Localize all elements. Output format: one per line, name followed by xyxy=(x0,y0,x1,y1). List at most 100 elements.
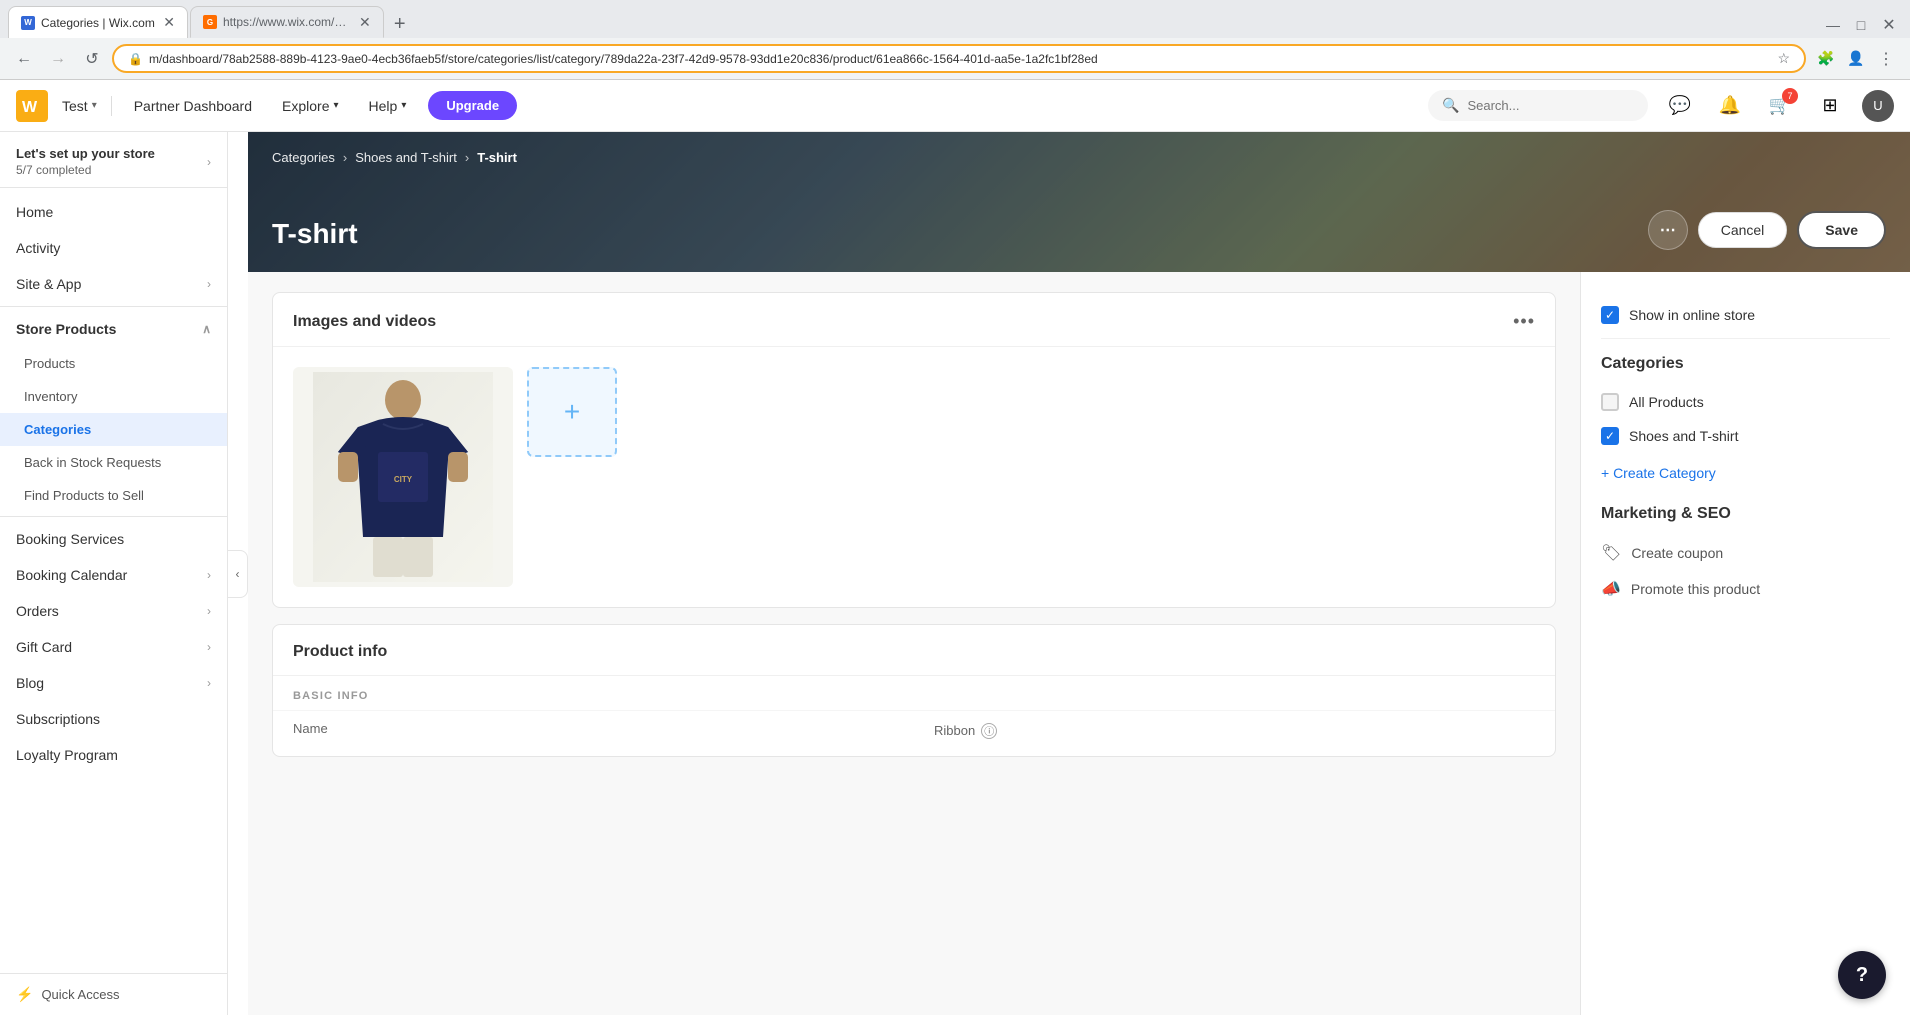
sidebar-divider-2 xyxy=(0,516,227,517)
all-products-checkbox[interactable] xyxy=(1601,393,1619,411)
sidebar-item-home[interactable]: Home xyxy=(0,194,227,230)
sidebar-item-site-app[interactable]: Site & App › xyxy=(0,266,227,302)
images-menu-button[interactable]: ••• xyxy=(1513,311,1535,332)
name-field-group: Name xyxy=(293,721,894,740)
images-section-body: CITY + xyxy=(273,347,1555,607)
quick-access[interactable]: ⚡ Quick Access xyxy=(0,973,227,1015)
notifications-button[interactable]: 🔔 xyxy=(1712,88,1748,124)
tab-close-2[interactable]: ✕ xyxy=(359,14,371,31)
plus-icon: + xyxy=(564,396,580,428)
chat-button[interactable]: 💬 xyxy=(1662,88,1698,124)
product-info-section: Product info BASIC INFO Name Ribbon ⓘ xyxy=(272,624,1556,757)
breadcrumb-shoes-tshirt[interactable]: Shoes and T-shirt xyxy=(355,150,457,165)
create-category-link[interactable]: + Create Category xyxy=(1601,461,1890,485)
apps-button[interactable]: ⊞ xyxy=(1812,88,1848,124)
site-app-chevron-icon: › xyxy=(207,277,211,291)
quick-access-label: Quick Access xyxy=(41,987,119,1002)
orders-chevron-icon: › xyxy=(207,604,211,618)
cart-button[interactable]: 🛒 7 xyxy=(1762,88,1798,124)
marketing-section: Marketing & SEO 🏷 Create coupon 📣 Promot… xyxy=(1601,505,1890,607)
sidebar-item-inventory[interactable]: Inventory xyxy=(0,380,227,413)
page-actions: ⋯ Cancel Save xyxy=(1648,210,1886,250)
ribbon-info-icon[interactable]: ⓘ xyxy=(981,723,997,739)
right-panel: ✓ Show in online store Categories All Pr… xyxy=(1580,272,1910,1015)
svg-text:CITY: CITY xyxy=(394,475,413,484)
explore-chevron-icon: ▾ xyxy=(333,100,338,111)
sidebar: Let's set up your store 5/7 completed › … xyxy=(0,132,228,1015)
sidebar-item-back-in-stock[interactable]: Back in Stock Requests xyxy=(0,446,227,479)
show-in-store-checkbox[interactable]: ✓ xyxy=(1601,306,1619,324)
chrome-menu-button[interactable]: ⋮ xyxy=(1872,45,1900,73)
sidebar-item-find-products[interactable]: Find Products to Sell xyxy=(0,479,227,512)
close-window-button[interactable]: ✕ xyxy=(1876,12,1902,38)
tab-close-1[interactable]: ✕ xyxy=(163,14,175,31)
create-coupon-label: Create coupon xyxy=(1631,545,1723,561)
product-main-image[interactable]: CITY xyxy=(293,367,513,587)
browser-tab-active[interactable]: W Categories | Wix.com ✕ xyxy=(8,6,188,38)
breadcrumb: Categories › Shoes and T-shirt › T-shirt xyxy=(272,150,517,165)
refresh-button[interactable]: ↺ xyxy=(78,45,106,73)
browser-tab-inactive[interactable]: G https://www.wix.com/oauth/acc... ✕ xyxy=(190,6,384,38)
promote-product-label: Promote this product xyxy=(1631,581,1760,597)
help-chevron-icon: ▾ xyxy=(401,100,406,111)
sidebar-item-booking-services[interactable]: Booking Services xyxy=(0,521,227,557)
show-in-store-label: Show in online store xyxy=(1629,307,1755,323)
search-bar[interactable]: 🔍 xyxy=(1428,90,1648,121)
extensions-button[interactable]: 🧩 xyxy=(1812,45,1840,73)
sidebar-item-gift-card[interactable]: Gift Card › xyxy=(0,629,227,665)
sidebar-item-categories[interactable]: Categories xyxy=(0,413,227,446)
lock-icon: 🔒 xyxy=(128,52,143,66)
create-coupon-item[interactable]: 🏷 Create coupon xyxy=(1601,535,1890,571)
cancel-button[interactable]: Cancel xyxy=(1698,212,1788,248)
help-fab[interactable]: ? xyxy=(1838,951,1886,999)
search-input[interactable] xyxy=(1467,98,1634,113)
gift-card-chevron-icon: › xyxy=(207,640,211,654)
breadcrumb-categories[interactable]: Categories xyxy=(272,150,335,165)
main-panel: Images and videos ••• xyxy=(248,272,1580,1015)
setup-progress: 5/7 completed xyxy=(16,163,155,177)
categories-title: Categories xyxy=(1601,355,1890,373)
sidebar-collapse-button[interactable]: ‹ xyxy=(228,550,248,598)
save-button[interactable]: Save xyxy=(1797,211,1886,249)
cart-badge: 7 xyxy=(1782,88,1798,104)
sidebar-item-booking-calendar[interactable]: Booking Calendar › xyxy=(0,557,227,593)
maximize-button[interactable]: □ xyxy=(1848,12,1874,38)
ribbon-label: Ribbon ⓘ xyxy=(934,723,1535,739)
sidebar-nav: Home Activity Site & App › Store Product… xyxy=(0,188,227,973)
shoes-tshirt-label: Shoes and T-shirt xyxy=(1629,428,1738,444)
images-section: Images and videos ••• xyxy=(272,292,1556,608)
help-button[interactable]: Help ▾ xyxy=(361,92,415,120)
sidebar-item-products[interactable]: Products xyxy=(0,347,227,380)
sidebar-divider-1 xyxy=(0,306,227,307)
shoes-tshirt-checkbox[interactable]: ✓ xyxy=(1601,427,1619,445)
avatar[interactable]: U xyxy=(1862,90,1894,122)
promote-product-item[interactable]: 📣 Promote this product xyxy=(1601,571,1890,607)
address-bar[interactable]: 🔒 ☆ xyxy=(112,44,1806,73)
marketing-title: Marketing & SEO xyxy=(1601,505,1890,523)
add-image-button[interactable]: + xyxy=(527,367,617,457)
explore-button[interactable]: Explore ▾ xyxy=(274,92,347,120)
sidebar-item-blog[interactable]: Blog › xyxy=(0,665,227,701)
sidebar-item-loyalty-program[interactable]: Loyalty Program xyxy=(0,737,227,773)
store-products-chevron-icon: ∧ xyxy=(202,322,211,336)
sidebar-item-orders[interactable]: Orders › xyxy=(0,593,227,629)
minimize-button[interactable]: — xyxy=(1820,12,1846,38)
address-input[interactable] xyxy=(149,52,1771,66)
sidebar-item-store-products[interactable]: Store Products ∧ xyxy=(0,311,227,347)
tab-label-1: Categories | Wix.com xyxy=(41,16,155,30)
coupon-icon: 🏷 xyxy=(1601,543,1621,563)
product-info-title: Product info xyxy=(293,643,387,661)
sidebar-item-activity[interactable]: Activity xyxy=(0,230,227,266)
upgrade-button[interactable]: Upgrade xyxy=(428,91,517,120)
category-all-products: All Products xyxy=(1601,385,1890,419)
more-options-button[interactable]: ⋯ xyxy=(1648,210,1688,250)
setup-section[interactable]: Let's set up your store 5/7 completed › xyxy=(0,132,227,188)
back-button[interactable]: ← xyxy=(10,45,38,73)
site-name[interactable]: Test ▾ xyxy=(62,98,97,114)
profile-button[interactable]: 👤 xyxy=(1842,45,1870,73)
bookmark-button[interactable]: ☆ xyxy=(1777,50,1790,67)
sidebar-item-subscriptions[interactable]: Subscriptions xyxy=(0,701,227,737)
forward-button[interactable]: → xyxy=(44,45,72,73)
partner-dashboard-button[interactable]: Partner Dashboard xyxy=(126,92,260,120)
new-tab-button[interactable]: + xyxy=(386,10,414,38)
